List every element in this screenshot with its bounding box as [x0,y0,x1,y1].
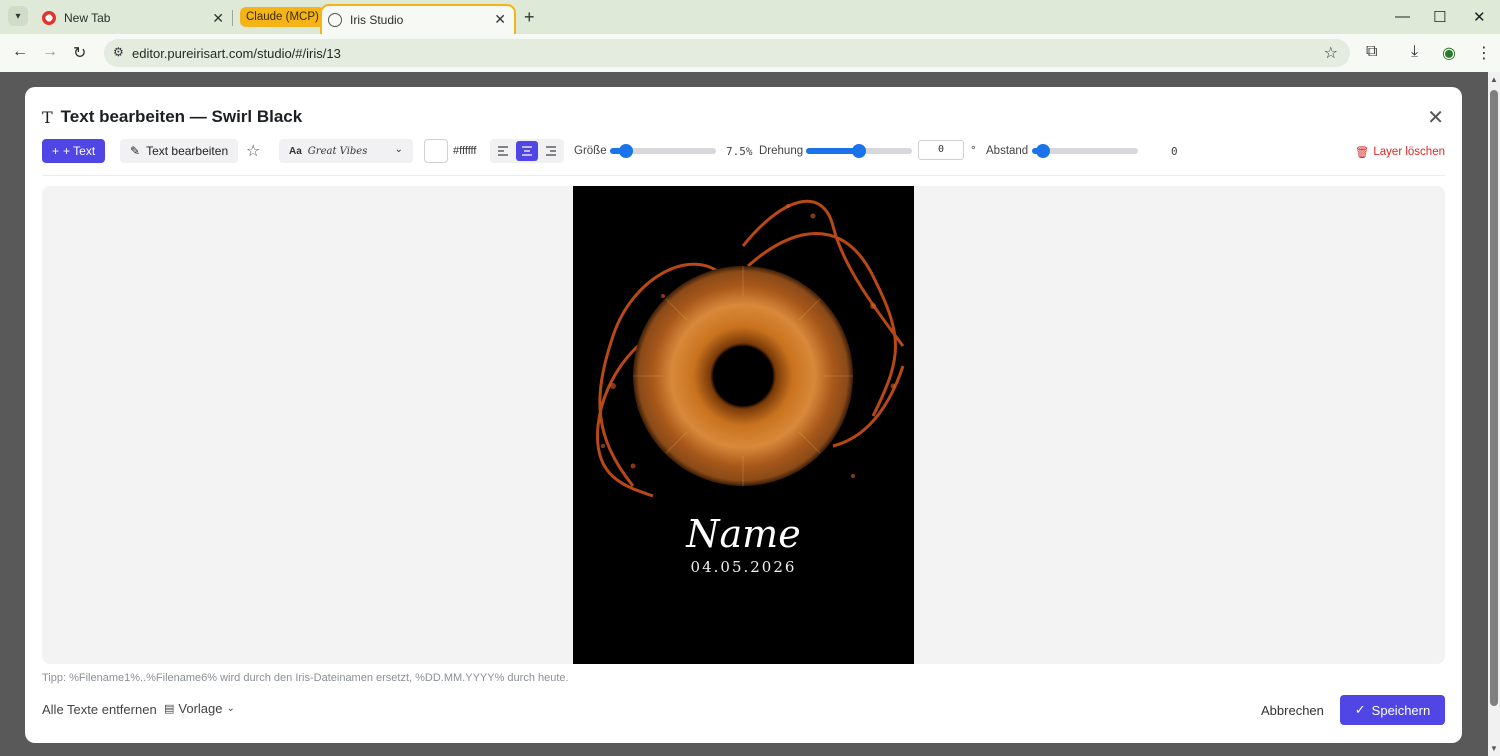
align-right-button[interactable] [540,141,562,161]
back-arrow-icon[interactable]: ← [12,43,28,61]
opera-logo-icon [42,11,56,25]
tab-search-button[interactable]: ▾ [8,6,28,26]
template-dropdown[interactable]: ▤ Vorlage ⌄ [164,701,235,716]
spacing-value: 0 [1171,145,1178,158]
iris-artwork-image [595,199,905,498]
site-settings-icon[interactable]: ⚙ [113,45,124,59]
size-slider[interactable] [610,144,716,158]
new-tab-plus-icon[interactable]: + [524,7,535,28]
slider-knob[interactable] [618,144,633,158]
url-text: editor.pureirisart.com/studio/#/iris/13 [132,45,341,61]
more-menu-icon[interactable]: ⋮ [1476,43,1492,63]
globe-icon [328,13,342,27]
browser-tab-bar: ▾ New Tab ✕ Claude (MCP) Iris Studio ✕ +… [0,0,1500,34]
extensions-icon[interactable]: ⧉ [1366,43,1377,61]
forward-arrow-icon[interactable]: → [42,43,58,61]
close-tab-icon[interactable]: ✕ [212,10,224,27]
font-select[interactable]: Aa Great Vibes ⌄ [279,139,413,163]
chevron-down-icon: ⌄ [394,144,403,155]
plus-icon: + [52,144,60,158]
reload-icon[interactable]: ↻ [73,43,86,63]
canvas-date-text[interactable]: 04.05.2026 [573,558,914,576]
template-label: Vorlage [178,701,223,716]
tip-text: Tipp: %Filename1%..%Filename6% wird durc… [42,672,569,684]
editor-stage: Name 04.05.2026 [42,186,1445,664]
edit-text-label: Text bearbeiten [146,144,229,158]
font-name: Great Vibes [307,145,368,157]
add-text-button[interactable]: + + Text [42,139,106,163]
scroll-up-arrow-icon[interactable]: ▲ [1490,75,1498,84]
scroll-down-arrow-icon[interactable]: ▼ [1490,744,1498,753]
text-toolbar: + + Text ✎ Text bearbeiten ☆ Aa Great Vi… [42,139,1445,171]
browser-toolbar: ← → ↻ ⚙ editor.pureirisart.com/studio/#/… [0,34,1500,72]
tab-separator [232,10,233,26]
edit-text-button[interactable]: ✎ Text bearbeiten [120,139,239,163]
size-label: Größe [574,145,607,157]
align-left-button[interactable] [492,141,514,161]
chevron-down-icon: ▾ [15,10,21,22]
toolbar-divider [42,175,1445,176]
minimize-icon[interactable]: — [1395,8,1410,25]
save-button[interactable]: ✓ Speichern [1340,695,1445,725]
align-right-icon [546,146,556,156]
text-edit-modal: T Text bearbeiten — Swirl Black ✕ + + Te… [25,87,1462,743]
slider-knob[interactable] [1035,144,1050,158]
trash-icon: 🗑 [1354,147,1370,159]
bookmark-star-icon[interactable]: ☆ [1324,43,1338,63]
canvas-name-text[interactable]: Name [573,512,914,556]
delete-layer-label: Layer löschen [1373,146,1445,158]
tab-group-label[interactable]: Claude (MCP) [240,7,325,27]
page-scrollbar[interactable]: ▲ ▼ [1488,72,1500,756]
delete-layer-button[interactable]: 🗑 Layer löschen [1355,145,1445,159]
remove-all-texts-button[interactable]: Alle Texte entfernen [42,702,157,717]
close-modal-icon[interactable]: ✕ [1427,105,1444,130]
address-bar[interactable]: ⚙ editor.pureirisart.com/studio/#/iris/1… [104,39,1350,67]
slider-knob[interactable] [852,144,866,158]
align-center-button[interactable] [516,141,538,161]
chevron-down-icon: ⌄ [226,703,235,714]
rotation-unit: ° [971,145,976,157]
modal-title: T Text bearbeiten — Swirl Black [42,107,302,127]
template-icon: ▤ [164,703,175,715]
favorite-star-icon[interactable]: ☆ [246,141,260,161]
checkmark-icon: ✓ [1354,702,1366,717]
close-tab-icon[interactable]: ✕ [494,11,506,28]
text-type-icon: T [42,107,53,127]
text-align-group [490,139,564,163]
align-left-icon [498,146,508,156]
scrollbar-thumb[interactable] [1490,90,1498,706]
add-text-label: + Text [63,144,96,158]
tab-new-tab[interactable]: New Tab ✕ [34,4,230,32]
profile-icon[interactable]: ◉ [1442,43,1456,63]
spacing-slider[interactable] [1032,144,1138,158]
align-center-icon [522,146,532,156]
rotation-slider[interactable] [806,144,912,158]
modal-title-text: Text bearbeiten — Swirl Black [60,107,303,126]
spacing-label: Abstand [986,145,1029,157]
tab-iris-studio[interactable]: Iris Studio ✕ [320,4,516,34]
download-icon[interactable]: ⤓ [1411,43,1418,61]
font-prefix: Aa [289,145,302,157]
maximize-icon[interactable]: ☐ [1433,8,1446,26]
color-hex-value[interactable]: #ffffff [453,145,476,157]
window-close-icon[interactable]: ✕ [1473,8,1486,26]
color-swatch[interactable] [424,139,448,163]
cancel-button[interactable]: Abbrechen [1261,703,1324,718]
size-value: 7.5% [726,145,753,158]
tab-label: New Tab [64,11,111,25]
pencil-icon: ✎ [130,144,141,158]
tab-label: Iris Studio [350,13,404,27]
rotation-input[interactable]: 0 [918,140,964,160]
save-label: Speichern [1371,702,1431,718]
rotation-label: Drehung [759,145,804,157]
poster-canvas[interactable]: Name 04.05.2026 [573,186,914,664]
